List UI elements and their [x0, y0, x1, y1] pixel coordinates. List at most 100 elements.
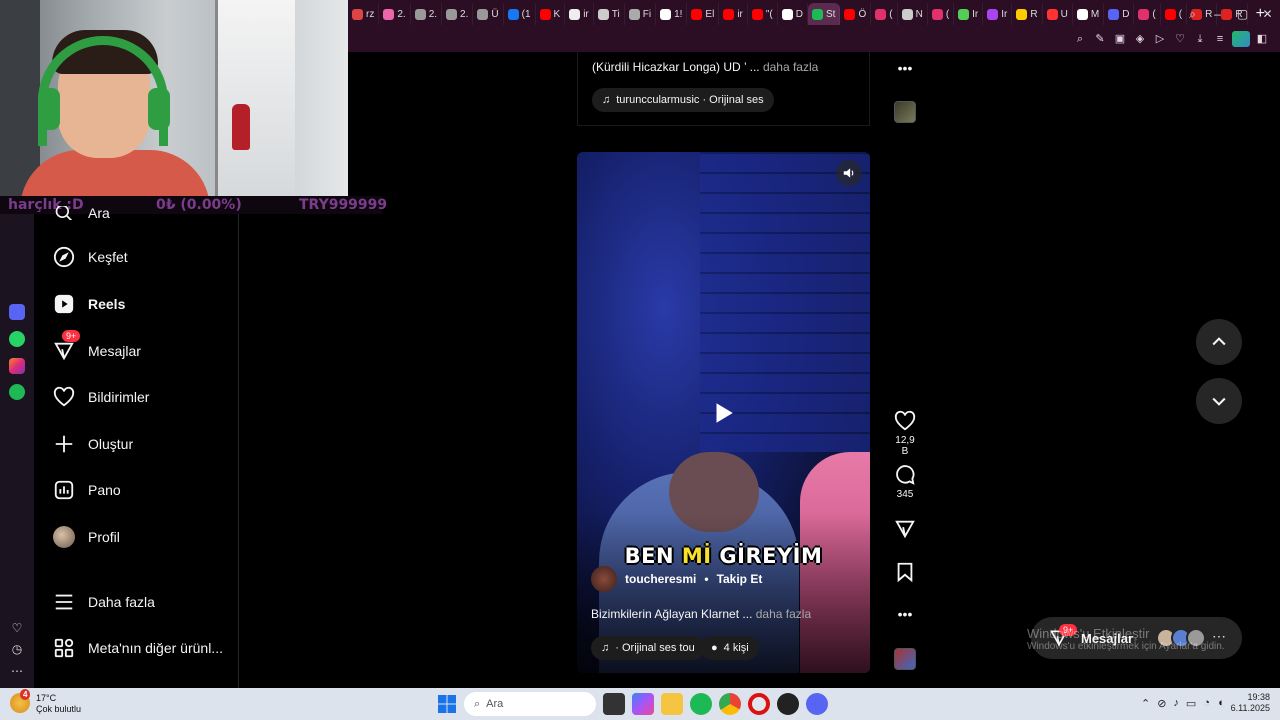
reel-video[interactable]: BEN Mİ GİREYİM toucheresmi • Takip Et Bi…	[577, 152, 870, 673]
browser-tab[interactable]: 2.	[442, 3, 474, 25]
sidebar-item-search[interactable]: Ara	[52, 206, 110, 220]
save-button[interactable]	[892, 561, 918, 586]
task-view-icon[interactable]	[603, 693, 625, 715]
browser-tab[interactable]: (	[928, 3, 955, 25]
browser-tab[interactable]: M	[1073, 3, 1105, 25]
sidebar-item-meta[interactable]: Meta'nın diğer ürünl...	[52, 633, 223, 663]
like-button[interactable]: 12,9 B	[892, 410, 918, 457]
browser-tab[interactable]: U	[1043, 3, 1073, 25]
sidebar-item-create[interactable]: Oluştur	[52, 429, 133, 459]
play-button[interactable]	[703, 393, 743, 433]
download-icon[interactable]: ⤓	[1192, 31, 1208, 47]
browser-tab[interactable]: Ti	[594, 3, 625, 25]
heart-icon[interactable]: ♡	[1172, 31, 1188, 47]
volume-icon[interactable]: ◖	[1217, 697, 1224, 709]
next-reel-button[interactable]	[1196, 378, 1242, 424]
browser-tab[interactable]: (1	[504, 3, 536, 25]
follow-button[interactable]: Takip Et	[717, 572, 763, 586]
screenshot-icon[interactable]: ▣	[1112, 31, 1128, 47]
taskbar-search[interactable]: ⌕ Ara	[464, 692, 596, 716]
browser-tab[interactable]: Ö	[840, 3, 872, 25]
display-icon[interactable]: ▭	[1186, 697, 1196, 710]
browser-tab[interactable]: ir	[565, 3, 594, 25]
browser-tab[interactable]: 1!	[656, 3, 688, 25]
search-tabs-icon[interactable]: ⌕	[1180, 7, 1205, 22]
previous-reel-button[interactable]	[1196, 319, 1242, 365]
heart-icon[interactable]: ♡	[9, 621, 25, 635]
browser-tab[interactable]: (	[871, 3, 898, 25]
sidebar-item-messages[interactable]: 9+ Mesajlar	[52, 330, 141, 366]
share-button[interactable]	[892, 518, 918, 543]
more-link[interactable]: daha fazla	[752, 607, 811, 621]
windows-start-icon[interactable]	[437, 694, 457, 714]
instagram-icon[interactable]	[9, 358, 25, 374]
network-icon[interactable]: ⊘	[1157, 697, 1166, 710]
comment-button[interactable]: 345	[892, 464, 918, 500]
app-icon[interactable]	[777, 693, 799, 715]
spotify-icon[interactable]	[9, 384, 25, 400]
menu-icon[interactable]: ≡	[1212, 31, 1228, 47]
history-icon[interactable]: ◷	[9, 642, 25, 656]
extension-icon[interactable]	[1232, 31, 1250, 47]
sidebar-item-profile[interactable]: Profil	[52, 522, 120, 552]
maximize-icon[interactable]: ▢	[1230, 7, 1255, 21]
browser-tab[interactable]: St	[808, 3, 841, 25]
wifi-icon[interactable]: ◔	[1203, 697, 1210, 709]
browser-tab[interactable]: 2.	[379, 3, 411, 25]
browser-tab[interactable]: Ir	[954, 3, 984, 25]
username[interactable]: toucheresmi	[625, 572, 696, 586]
sidebar-item-dashboard[interactable]: Pano	[52, 475, 121, 505]
browser-tab[interactable]: rz	[348, 3, 380, 25]
sidebar-item-label: Keşfet	[88, 249, 128, 265]
clock[interactable]: 19:38 6.11.2025	[1231, 692, 1270, 714]
sidebar-icon[interactable]: ◧	[1254, 31, 1270, 47]
browser-tab[interactable]: El	[687, 3, 720, 25]
opera-icon[interactable]	[748, 693, 770, 715]
browser-tab[interactable]: "(	[748, 3, 778, 25]
browser-tab[interactable]: (	[1134, 3, 1161, 25]
tab-label: 2.	[428, 8, 438, 20]
tab-favicon-icon	[1046, 8, 1058, 20]
play-icon[interactable]: ▷	[1152, 31, 1168, 47]
app-icon-1[interactable]	[9, 304, 25, 320]
zoom-icon[interactable]: ⌕	[1072, 31, 1088, 47]
browser-tab[interactable]: 2.	[411, 3, 443, 25]
more-icon[interactable]: ⋯	[9, 664, 25, 678]
sidebar-item-notifications[interactable]: Bildirimler	[52, 382, 149, 412]
sidebar-item-more[interactable]: Daha fazla	[52, 587, 155, 617]
avatar[interactable]	[591, 566, 617, 592]
minimize-icon[interactable]: –	[1205, 7, 1230, 21]
more-button[interactable]: •••	[892, 606, 918, 622]
browser-tab[interactable]: K	[536, 3, 566, 25]
edit-icon[interactable]: ✎	[1092, 31, 1108, 47]
browser-tab[interactable]: D	[1104, 3, 1135, 25]
people-chip[interactable]: ● 4 kişi	[701, 636, 759, 660]
microphone-icon[interactable]: ♪	[1173, 697, 1179, 709]
shield-icon[interactable]: ◈	[1132, 31, 1148, 47]
spotify-icon[interactable]	[690, 693, 712, 715]
browser-tab[interactable]: Fi	[625, 3, 657, 25]
sidebar-item-explore[interactable]: Keşfet	[52, 242, 128, 272]
browser-tab[interactable]: Ü	[473, 3, 504, 25]
weather-widget[interactable]: 4 17°C Çok bulutlu	[10, 689, 81, 715]
volume-button[interactable]	[836, 160, 862, 186]
chrome-icon[interactable]	[719, 693, 741, 715]
copilot-icon[interactable]	[632, 693, 654, 715]
browser-tab[interactable]: N	[898, 3, 928, 25]
audio-thumbnail[interactable]	[894, 648, 916, 670]
more-link[interactable]: daha fazla	[760, 60, 818, 74]
prev-more-button[interactable]: •••	[892, 60, 918, 76]
prev-audio-thumbnail[interactable]	[894, 101, 916, 123]
file-explorer-icon[interactable]	[661, 693, 683, 715]
browser-tab[interactable]: Ir	[983, 3, 1013, 25]
close-icon[interactable]: ✕	[1255, 7, 1280, 21]
sidebar-item-reels[interactable]: Reels	[52, 289, 125, 319]
browser-tab[interactable]: R	[1012, 3, 1043, 25]
chevron-up-icon[interactable]: ⌃	[1141, 697, 1150, 710]
audio-chip[interactable]: ♫ turunccularmusic · Orijinal ses	[592, 88, 774, 112]
browser-tab[interactable]: D	[778, 3, 808, 25]
whatsapp-icon[interactable]	[9, 331, 25, 347]
audio-chip[interactable]: ♫ · Orijinal ses tou	[591, 636, 705, 660]
browser-tab[interactable]: ir	[719, 3, 748, 25]
discord-icon[interactable]	[806, 693, 828, 715]
